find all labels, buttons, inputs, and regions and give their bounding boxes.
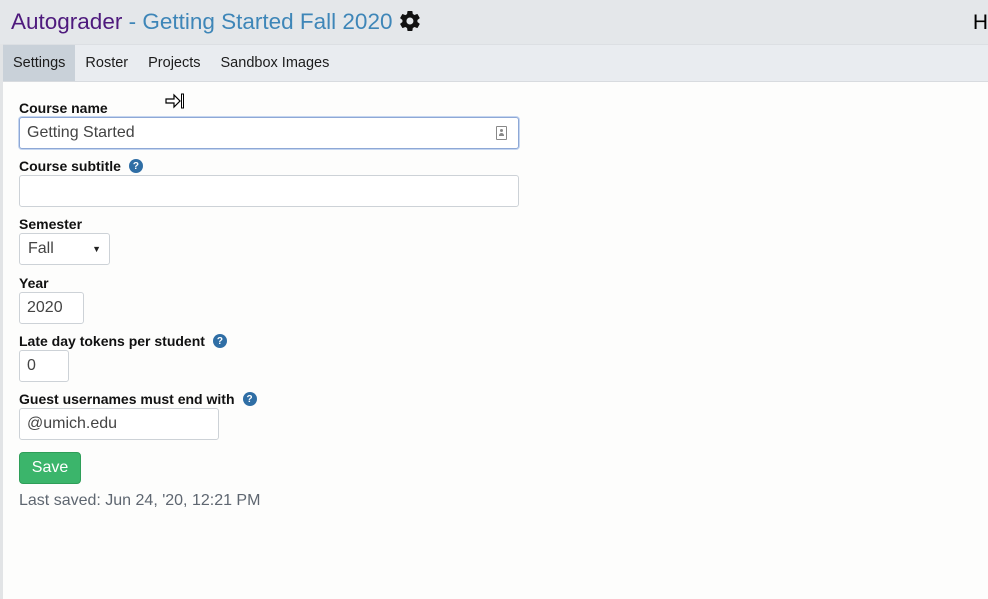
course-subtitle-label-text: Course subtitle: [19, 158, 121, 174]
contact-card-icon[interactable]: [496, 126, 507, 140]
tab-bar: Settings Roster Projects Sandbox Images: [3, 44, 988, 82]
late-day-tokens-label: Late day tokens per student ?: [19, 333, 227, 349]
last-saved-text: Last saved: Jun 24, '20, 12:21 PM: [19, 492, 261, 509]
course-name-input[interactable]: [19, 117, 519, 149]
save-button[interactable]: Save: [19, 452, 81, 484]
question-circle-icon[interactable]: ?: [212, 334, 227, 348]
course-subtitle-label: Course subtitle ?: [19, 158, 143, 174]
app-title[interactable]: Autograder: [11, 9, 122, 35]
late-day-tokens-label-text: Late day tokens per student: [19, 333, 205, 349]
guest-usernames-label-text: Guest usernames must end with: [19, 391, 235, 407]
late-day-tokens-input[interactable]: [19, 350, 69, 382]
course-name-label-text: Course name: [19, 100, 108, 116]
semester-label: Semester: [19, 216, 82, 232]
caret-down-icon: ▼: [92, 244, 101, 254]
header-right-text[interactable]: H: [973, 11, 988, 35]
tab-projects[interactable]: Projects: [138, 45, 210, 81]
question-circle-icon[interactable]: ?: [128, 159, 143, 173]
semester-value: Fall: [28, 240, 54, 257]
cursor-icon: [165, 93, 184, 109]
left-edge: [0, 0, 3, 599]
tab-roster[interactable]: Roster: [75, 45, 138, 81]
course-name-label: Course name: [19, 100, 108, 116]
course-subtitle-input[interactable]: [19, 175, 519, 207]
semester-select[interactable]: Fall ▼: [19, 233, 110, 265]
guest-usernames-input[interactable]: [19, 408, 219, 440]
year-input[interactable]: [19, 292, 84, 324]
course-title: - Getting Started Fall 2020: [122, 9, 393, 34]
tab-settings[interactable]: Settings: [3, 45, 76, 81]
tab-sandbox-images[interactable]: Sandbox Images: [211, 45, 340, 81]
guest-usernames-label: Guest usernames must end with ?: [19, 391, 257, 407]
year-label: Year: [19, 275, 49, 291]
header: Autograder - Getting Started Fall 2020 H: [0, 0, 988, 44]
gear-icon[interactable]: [398, 9, 422, 33]
year-label-text: Year: [19, 275, 49, 291]
semester-label-text: Semester: [19, 216, 83, 232]
question-circle-icon[interactable]: ?: [242, 392, 257, 406]
course-name-field: [19, 117, 519, 149]
